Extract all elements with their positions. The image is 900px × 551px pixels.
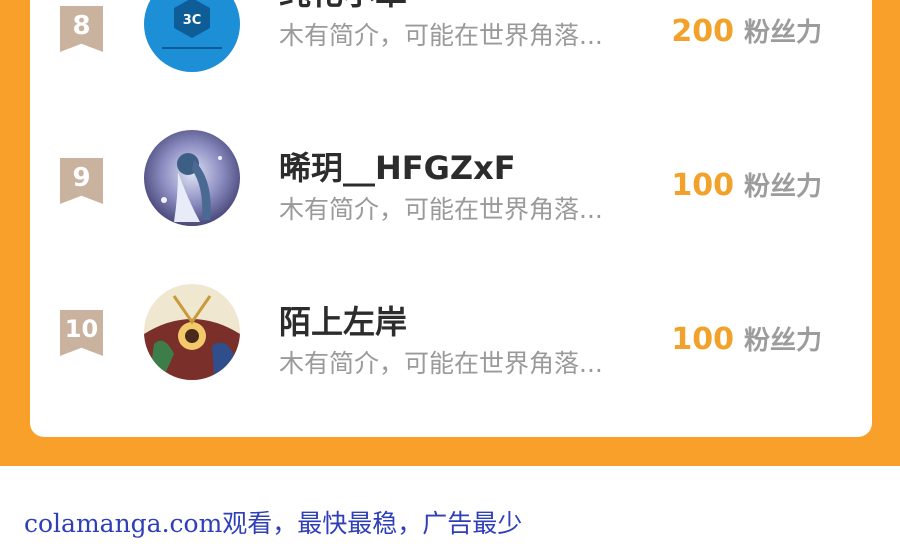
rank-number: 10 (64, 315, 99, 343)
ranking-row-8[interactable]: 8 3C 纯化小單 木有简介，可能在世界角落... 200 粉丝力 (30, 0, 872, 90)
user-name[interactable]: 纯化小單 (279, 0, 407, 14)
user-intro: 木有简介，可能在世界角落... (279, 349, 603, 378)
user-name[interactable]: 晞玥__HFGZxF (279, 143, 516, 189)
user-name[interactable]: 陌上左岸 (279, 297, 407, 343)
rank-badge: 8 (60, 6, 103, 52)
fans-unit: 粉丝力 (743, 326, 822, 356)
ranking-row-10[interactable]: 10 陌上左岸 木有简介，可能在世界角落... 100 粉丝力 (30, 278, 872, 398)
ranking-row-9[interactable]: 9 晞玥__HFGZxF 木有简介，可能在世界角落... 100 粉丝力 (30, 124, 872, 244)
fans-power: 100 粉丝力 (671, 320, 822, 357)
fans-power: 200 粉丝力 (671, 12, 822, 49)
site-watermark-text: colamanga.com观看，最快最稳，广告最少 (24, 509, 523, 538)
user-avatar[interactable] (144, 284, 240, 380)
rank-number: 9 (72, 163, 91, 193)
fans-power: 100 粉丝力 (671, 166, 822, 203)
user-intro: 木有简介，可能在世界角落... (279, 195, 603, 224)
fans-value: 100 (671, 322, 734, 357)
user-avatar[interactable] (144, 130, 240, 226)
anime-girl-avatar-icon (144, 130, 240, 226)
fans-value: 100 (671, 168, 734, 203)
fans-unit: 粉丝力 (743, 172, 822, 202)
rank-badge: 10 (60, 310, 103, 356)
fans-unit: 粉丝力 (743, 18, 822, 48)
rank-number: 8 (72, 11, 91, 41)
user-intro: 木有简介，可能在世界角落... (279, 21, 603, 50)
user-avatar[interactable]: 3C (144, 0, 240, 72)
rank-badge: 9 (60, 158, 103, 204)
fans-ranking-card: 8 3C 纯化小單 木有简介，可能在世界角落... 200 粉丝力 9 (30, 0, 872, 437)
fans-value: 200 (671, 14, 734, 49)
avatar-logo-text: 3C (183, 13, 202, 28)
3c-logo-avatar-icon: 3C (144, 0, 240, 72)
anime-group-avatar-icon (144, 284, 240, 380)
